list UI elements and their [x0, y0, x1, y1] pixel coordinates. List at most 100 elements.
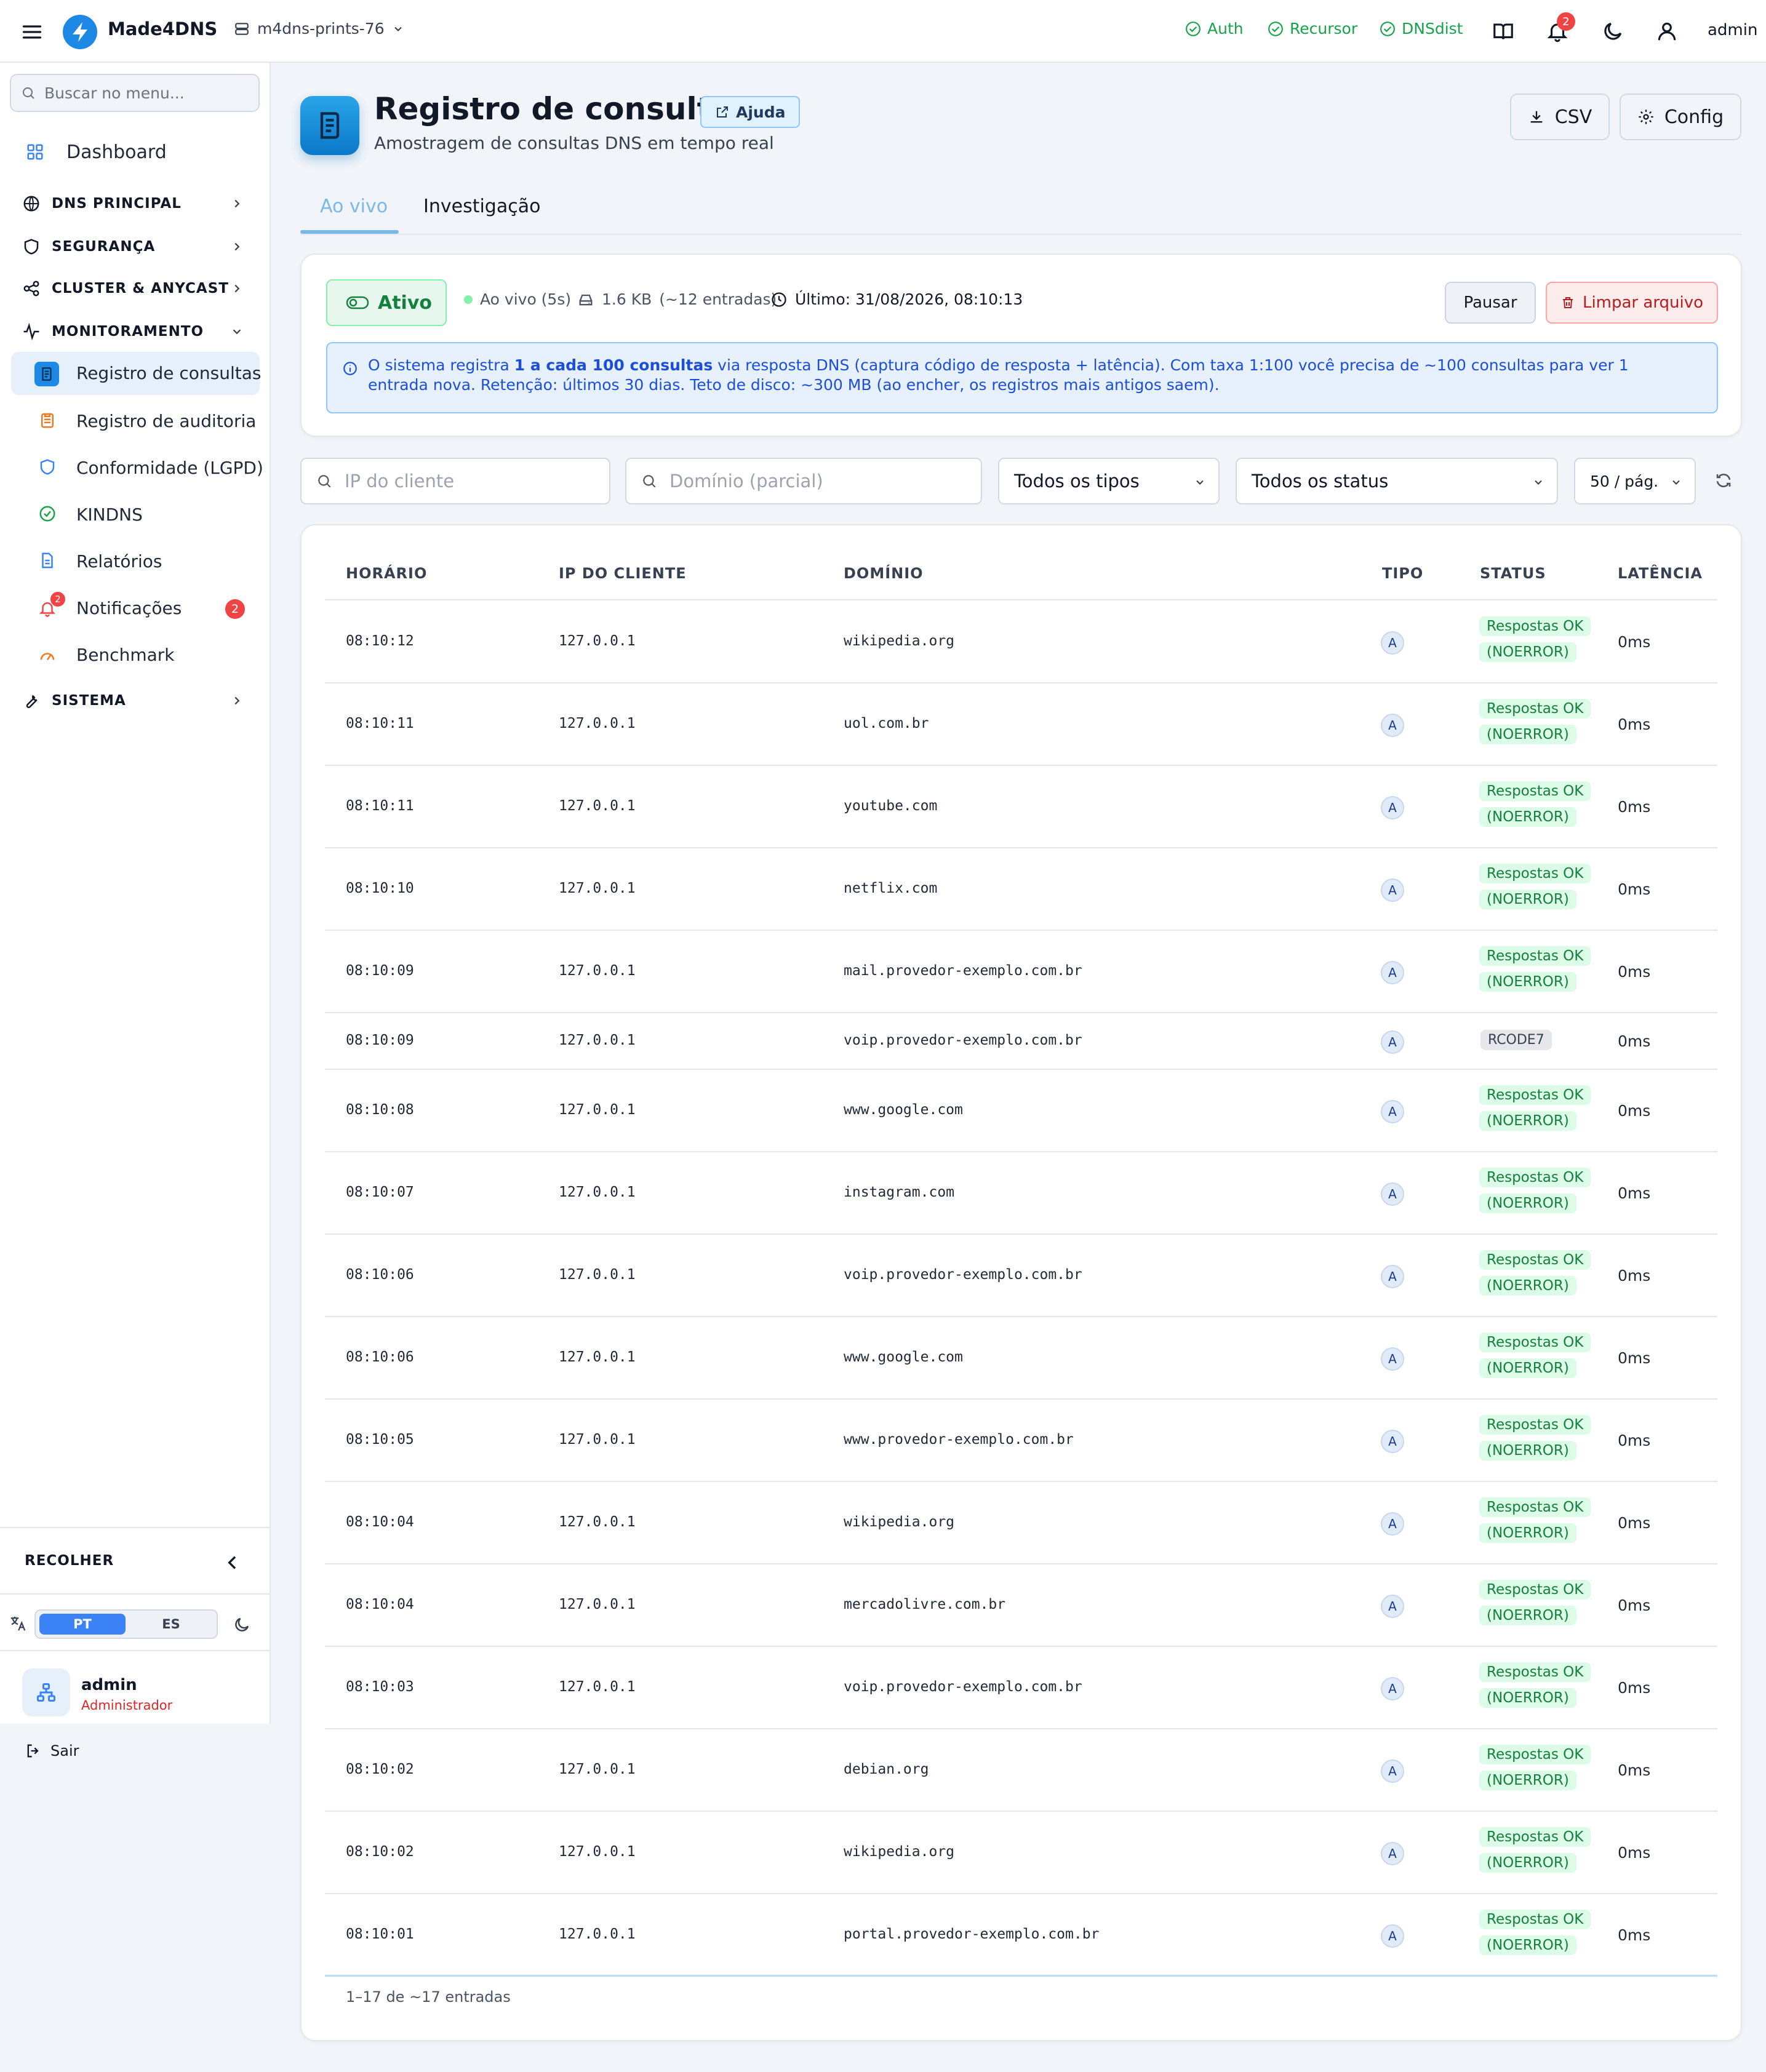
table-row-divider — [325, 1233, 1717, 1235]
client-ip-filter[interactable]: IP do cliente — [300, 458, 610, 504]
cell-domain: wikipedia.org — [844, 1514, 955, 1530]
status-label: Respostas OK — [1479, 1333, 1591, 1352]
book-icon[interactable] — [1492, 20, 1515, 43]
column-header-type[interactable]: TIPO — [1382, 565, 1423, 582]
sidebar-section-cluster[interactable]: CLUSTER & ANYCAST — [0, 273, 271, 304]
column-header-time[interactable]: HORÁRIO — [346, 565, 427, 582]
status-label: Respostas OK — [1479, 1497, 1591, 1517]
logout-label: Sair — [50, 1742, 79, 1759]
moon-icon[interactable] — [1601, 20, 1624, 43]
search-icon — [318, 475, 331, 488]
service-dnsdist[interactable]: DNSdist — [1380, 20, 1463, 38]
sidebar-item-benchmark[interactable]: Benchmark — [0, 636, 271, 673]
status-code: (NOERROR) — [1479, 1358, 1576, 1378]
sidebar-item-reports[interactable]: Relatórios — [0, 543, 271, 580]
sidebar-item-kindns[interactable]: KINDNS — [0, 496, 271, 533]
sidebar-section-dns[interactable]: DNS PRINCIPAL — [0, 188, 271, 219]
lang-es-button[interactable]: ES — [128, 1614, 214, 1635]
tab-live[interactable]: Ao vivo — [320, 196, 388, 217]
sidebar-item-notifications[interactable]: 2 Notificações 2 — [0, 589, 271, 626]
status-label: Respostas OK — [1479, 616, 1591, 636]
column-header-client-ip[interactable]: IP DO CLIENTE — [559, 565, 687, 582]
table-row-divider — [325, 847, 1717, 848]
query-log-icon — [34, 362, 59, 386]
service-auth[interactable]: Auth — [1185, 20, 1244, 38]
sidebar-section-label: SEGURANÇA — [52, 239, 156, 255]
brand-logo — [63, 15, 97, 49]
domain-filter[interactable]: Domínio (parcial) — [625, 458, 982, 504]
user-menu[interactable]: admin — [1708, 21, 1757, 39]
column-header-domain[interactable]: DOMÍNIO — [844, 565, 924, 582]
type-badge: A — [1381, 879, 1404, 902]
table-row-divider — [325, 1728, 1717, 1729]
sidebar-section-security[interactable]: SEGURANÇA — [0, 231, 271, 262]
sidebar-search[interactable]: Buscar no menu... — [10, 74, 260, 112]
clock-icon — [772, 292, 786, 307]
cell-client-ip: 127.0.0.1 — [559, 1761, 636, 1777]
status-select-value: Todos os status — [1252, 471, 1389, 492]
moon-icon[interactable] — [233, 1616, 251, 1634]
status-label: Respostas OK — [1479, 946, 1591, 966]
menu-icon[interactable] — [21, 21, 43, 43]
cell-latency: 0ms — [1618, 1596, 1651, 1614]
cell-domain: voip.provedor-exemplo.com.br — [844, 1267, 1082, 1283]
status-code: (NOERROR) — [1479, 1523, 1576, 1543]
lang-pt-button[interactable]: PT — [39, 1614, 126, 1635]
server-selector[interactable]: m4dns-prints-76 — [234, 20, 404, 38]
user-icon[interactable] — [1655, 20, 1679, 43]
pause-button[interactable]: Pausar — [1445, 282, 1536, 324]
status-badge: Respostas OK (NOERROR) — [1479, 943, 1591, 995]
sidebar-item-lgpd[interactable]: Conformidade (LGPD) — [0, 449, 271, 486]
service-recursor[interactable]: Recursor — [1268, 20, 1357, 38]
type-select-value: Todos os tipos — [1014, 471, 1140, 492]
column-header-status[interactable]: STATUS — [1480, 565, 1546, 582]
config-button[interactable]: Config — [1620, 94, 1741, 140]
cell-time: 08:10:02 — [346, 1844, 414, 1860]
clear-archive-button[interactable]: Limpar arquivo — [1546, 282, 1718, 324]
type-select[interactable]: Todos os tipos — [998, 458, 1220, 504]
service-label: Auth — [1207, 20, 1244, 38]
sidebar-item-audit-log[interactable]: Registro de auditoria — [0, 402, 271, 439]
server-icon — [235, 22, 249, 35]
status-badge: Respostas OK (NOERROR) — [1479, 1907, 1591, 1958]
column-header-latency[interactable]: LATÊNCIA — [1618, 565, 1703, 582]
refresh-icon[interactable] — [1714, 471, 1733, 490]
cell-time: 08:10:05 — [346, 1432, 414, 1448]
cell-client-ip: 127.0.0.1 — [559, 798, 636, 814]
per-page-select[interactable]: 50 / pág. — [1574, 458, 1696, 504]
status-toggle[interactable]: Ativo — [326, 279, 447, 326]
sidebar-section-monitoring[interactable]: MONITORAMENTO — [0, 316, 271, 347]
tab-investigation[interactable]: Investigação — [423, 196, 540, 217]
search-icon — [23, 87, 34, 99]
service-label: DNSdist — [1402, 20, 1463, 38]
status-badge: Respostas OK (NOERROR) — [1479, 1247, 1591, 1299]
status-code: (NOERROR) — [1479, 972, 1576, 992]
clipboard-icon — [41, 413, 54, 428]
type-badge: A — [1381, 1030, 1404, 1054]
notification-mini-badge: 2 — [50, 592, 65, 607]
live-dot — [464, 295, 473, 304]
collapse-sidebar-button[interactable]: RECOLHER — [0, 1527, 271, 1595]
external-link-icon — [717, 106, 728, 118]
help-button[interactable]: Ajuda — [700, 96, 801, 128]
sidebar-item-dashboard[interactable]: Dashboard — [0, 137, 271, 167]
last-update: Último: 31/08/2026, 08:10:13 — [770, 290, 1023, 308]
sidebar-item-query-log[interactable]: Registro de consultas — [0, 353, 271, 394]
status-label: Respostas OK — [1479, 1910, 1591, 1929]
table-row-divider — [325, 1563, 1717, 1564]
cell-domain: mail.provedor-exemplo.com.br — [844, 963, 1082, 979]
sidebar-section-system[interactable]: SISTEMA — [0, 685, 271, 716]
status-label: Respostas OK — [1479, 1415, 1591, 1435]
cell-time: 08:10:11 — [346, 715, 414, 731]
cell-client-ip: 127.0.0.1 — [559, 1844, 636, 1860]
csv-button[interactable]: CSV — [1510, 94, 1610, 140]
cell-latency: 0ms — [1618, 1761, 1651, 1779]
status-code: (NOERROR) — [1479, 1688, 1576, 1708]
status-select[interactable]: Todos os status — [1236, 458, 1558, 504]
table-row-divider — [325, 765, 1717, 766]
status-code: (NOERROR) — [1479, 1853, 1576, 1873]
check-circle-icon — [39, 506, 55, 522]
logout-button[interactable]: Sair — [25, 1742, 79, 1759]
sidebar-section-label: MONITORAMENTO — [52, 324, 204, 340]
type-badge: A — [1381, 631, 1404, 655]
